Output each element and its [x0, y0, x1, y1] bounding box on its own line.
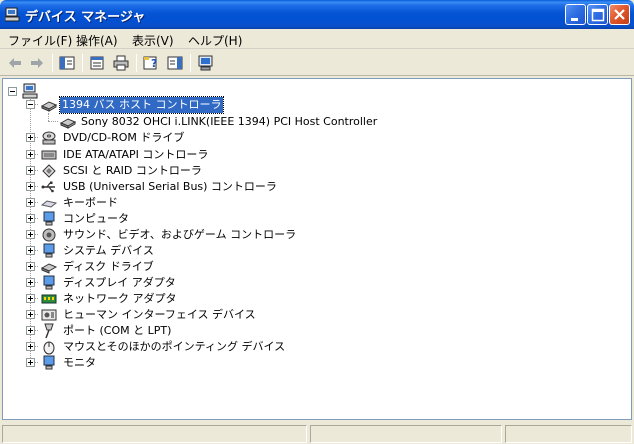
expand-button[interactable]	[26, 230, 35, 239]
expand-button[interactable]	[26, 278, 35, 287]
status-pane	[2, 425, 307, 443]
keyboard-icon[interactable]	[41, 195, 57, 211]
computer-icon[interactable]	[41, 211, 57, 227]
toolbar-separator	[190, 54, 191, 72]
scsi-controller-icon[interactable]	[41, 163, 57, 179]
expand-button[interactable]	[26, 310, 35, 319]
tree-item-label: SCSI と RAID コントローラ	[63, 164, 202, 177]
menu-bar: ファイル(F) 操作(A) 表示(V) ヘルプ(H)	[0, 29, 634, 49]
tree-connector	[48, 121, 58, 122]
expand-button[interactable]	[26, 246, 35, 255]
toolbar: ?	[0, 50, 634, 76]
scan-hardware-icon[interactable]	[197, 54, 215, 72]
1394-controller-icon[interactable]	[41, 97, 57, 113]
tree-item-label: コンピュータ	[63, 212, 129, 225]
sound-icon[interactable]	[41, 227, 57, 243]
dvd-drive-icon[interactable]	[41, 130, 57, 146]
expand-button[interactable]	[26, 182, 35, 191]
tree-item-label: ポート (COM と LPT)	[63, 324, 172, 337]
usb-icon[interactable]	[41, 179, 57, 195]
mouse-icon[interactable]	[41, 339, 57, 355]
menu-file[interactable]: ファイル(F)	[8, 32, 72, 49]
port-icon[interactable]	[41, 323, 57, 339]
tree-item-label: キーボード	[63, 196, 118, 209]
status-bar	[0, 422, 634, 444]
expand-button[interactable]	[26, 150, 35, 159]
properties-icon[interactable]	[88, 54, 106, 72]
tree-item-label: IDE ATA/ATAPI コントローラ	[63, 148, 209, 161]
tree-item-label: USB (Universal Serial Bus) コントローラ	[63, 180, 277, 193]
expand-button[interactable]	[26, 294, 35, 303]
toolbar-separator	[82, 54, 83, 72]
menu-help[interactable]: ヘルプ(H)	[188, 32, 242, 49]
tree-item-label: ディスプレイ アダプタ	[63, 276, 176, 289]
svg-text:?: ?	[151, 57, 157, 70]
forward-arrow-icon[interactable]	[28, 54, 46, 72]
tree-item-label: ヒューマン インターフェイス デバイス	[63, 308, 256, 321]
back-arrow-icon[interactable]	[6, 54, 24, 72]
expand-button[interactable]	[26, 326, 35, 335]
maximize-button[interactable]	[587, 4, 608, 25]
expand-button[interactable]	[26, 262, 35, 271]
tree-item-label: 1394 バス ホスト コントローラ	[58, 96, 225, 114]
1394-host-controller-icon[interactable]	[60, 114, 76, 130]
tree-item-label: システム デバイス	[63, 244, 154, 257]
status-pane	[505, 425, 632, 443]
network-adapter-icon[interactable]	[41, 291, 57, 307]
expand-button[interactable]	[26, 342, 35, 351]
show-hide-tree-icon[interactable]	[58, 54, 76, 72]
print-icon[interactable]	[112, 54, 130, 72]
minimize-icon	[571, 18, 578, 21]
system-device-icon[interactable]	[41, 243, 57, 259]
toolbar-separator	[52, 54, 53, 72]
maximize-icon	[591, 8, 605, 22]
disk-drive-icon[interactable]	[41, 259, 57, 275]
close-icon	[614, 9, 625, 20]
window-title: デバイス マネージャ	[25, 10, 146, 25]
tree-item-label: Sony 8032 OHCI i.LINK(IEEE 1394) PCI Hos…	[81, 115, 378, 128]
toolbar-separator	[136, 54, 137, 72]
tree-item-label: マウスとそのほかのポインティング デバイス	[63, 340, 286, 353]
close-button[interactable]	[609, 4, 630, 25]
show-hide-action-pane-icon[interactable]	[166, 54, 184, 72]
device-manager-icon	[5, 7, 20, 22]
display-adapter-icon[interactable]	[41, 275, 57, 291]
title-bar[interactable]: デバイス マネージャ	[0, 0, 634, 29]
collapse-button[interactable]	[26, 100, 35, 109]
root-collapse-button[interactable]	[8, 87, 17, 96]
expand-button[interactable]	[26, 166, 35, 175]
tree-item-label: ネットワーク アダプタ	[63, 292, 177, 305]
tree-item-label: ディスク ドライブ	[63, 260, 154, 273]
menu-view[interactable]: 表示(V)	[132, 32, 174, 49]
help-icon[interactable]: ?	[142, 54, 160, 72]
expand-button[interactable]	[26, 198, 35, 207]
ide-controller-icon[interactable]	[41, 147, 57, 163]
tree-item-label: サウンド、ビデオ、およびゲーム コントローラ	[63, 228, 297, 241]
expand-button[interactable]	[26, 133, 35, 142]
menu-action[interactable]: 操作(A)	[76, 32, 118, 49]
hid-icon[interactable]	[41, 307, 57, 323]
monitor-icon[interactable]	[41, 355, 57, 371]
computer-icon[interactable]	[22, 83, 38, 99]
status-pane	[310, 425, 502, 443]
expand-button[interactable]	[26, 358, 35, 367]
tree-item-label: モニタ	[63, 356, 96, 369]
device-tree[interactable]: 1394 バス ホスト コントローラ Sony 8032 OHCI i.LINK…	[2, 78, 632, 420]
tree-item-label: DVD/CD-ROM ドライブ	[63, 131, 185, 144]
tree-connector	[48, 113, 49, 121]
minimize-button[interactable]	[565, 4, 586, 25]
expand-button[interactable]	[26, 214, 35, 223]
